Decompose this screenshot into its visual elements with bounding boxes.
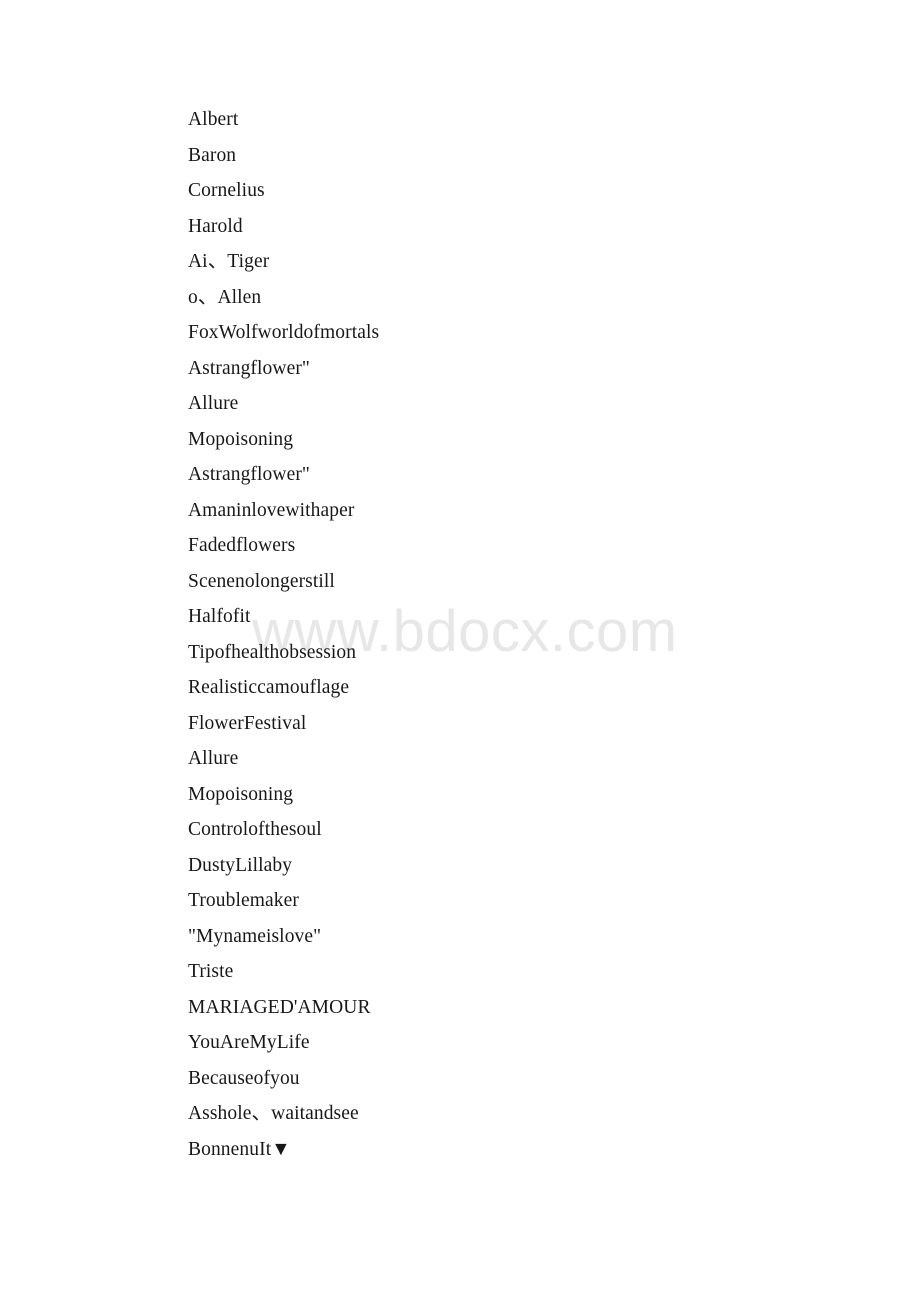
document-line: Becauseofyou [188, 1067, 300, 1089]
document-line: Harold [188, 215, 243, 237]
document-line: Mopoisoning [188, 428, 294, 450]
document-line: Mopoisoning [188, 783, 294, 805]
document-line: Troublemaker [188, 890, 299, 911]
document-line: Halfofit [188, 606, 251, 627]
document-line: Asshole、waitandsee [188, 1103, 359, 1124]
document-line: "Mynameislove" [188, 925, 322, 947]
document-line: Triste [188, 961, 234, 982]
document-line: Astrangflower" [188, 464, 310, 485]
document-line: FoxWolfworldofmortals [188, 322, 380, 343]
document-line: o、Allen [188, 286, 262, 308]
document-line: DustyLillaby [188, 854, 293, 876]
document-line: Astrangflower" [188, 357, 310, 379]
document-line: Baron [188, 144, 237, 166]
document-line: Tipofhealthobsession [188, 641, 357, 663]
document-page: www.bdocx.com Albert Baron Cornelius Harold… [0, 0, 920, 1302]
document-line: MARIAGED'AMOUR [188, 996, 371, 1018]
document-line: Allure [188, 748, 239, 769]
document-line: Realisticcamouflage [188, 677, 350, 698]
document-line: BonnenuIt▼ [188, 1138, 291, 1160]
document-line: Cornelius [188, 180, 265, 201]
document-line: Scenenolongerstill [188, 570, 335, 592]
document-line: Ai、Tiger [188, 251, 270, 272]
document-line: FlowerFestival [188, 712, 307, 734]
document-line: Controlofthesoul [188, 819, 322, 840]
document-line: Albert [188, 109, 239, 130]
document-line: Fadedflowers [188, 535, 296, 556]
document-line: Amaninlovewithaper [188, 499, 355, 521]
document-line: YouAreMyLife [188, 1032, 310, 1053]
document-line: Allure [188, 393, 239, 414]
document-text-body: Albert Baron Cornelius Harold Ai、Tiger o、Alle… [188, 102, 848, 1167]
